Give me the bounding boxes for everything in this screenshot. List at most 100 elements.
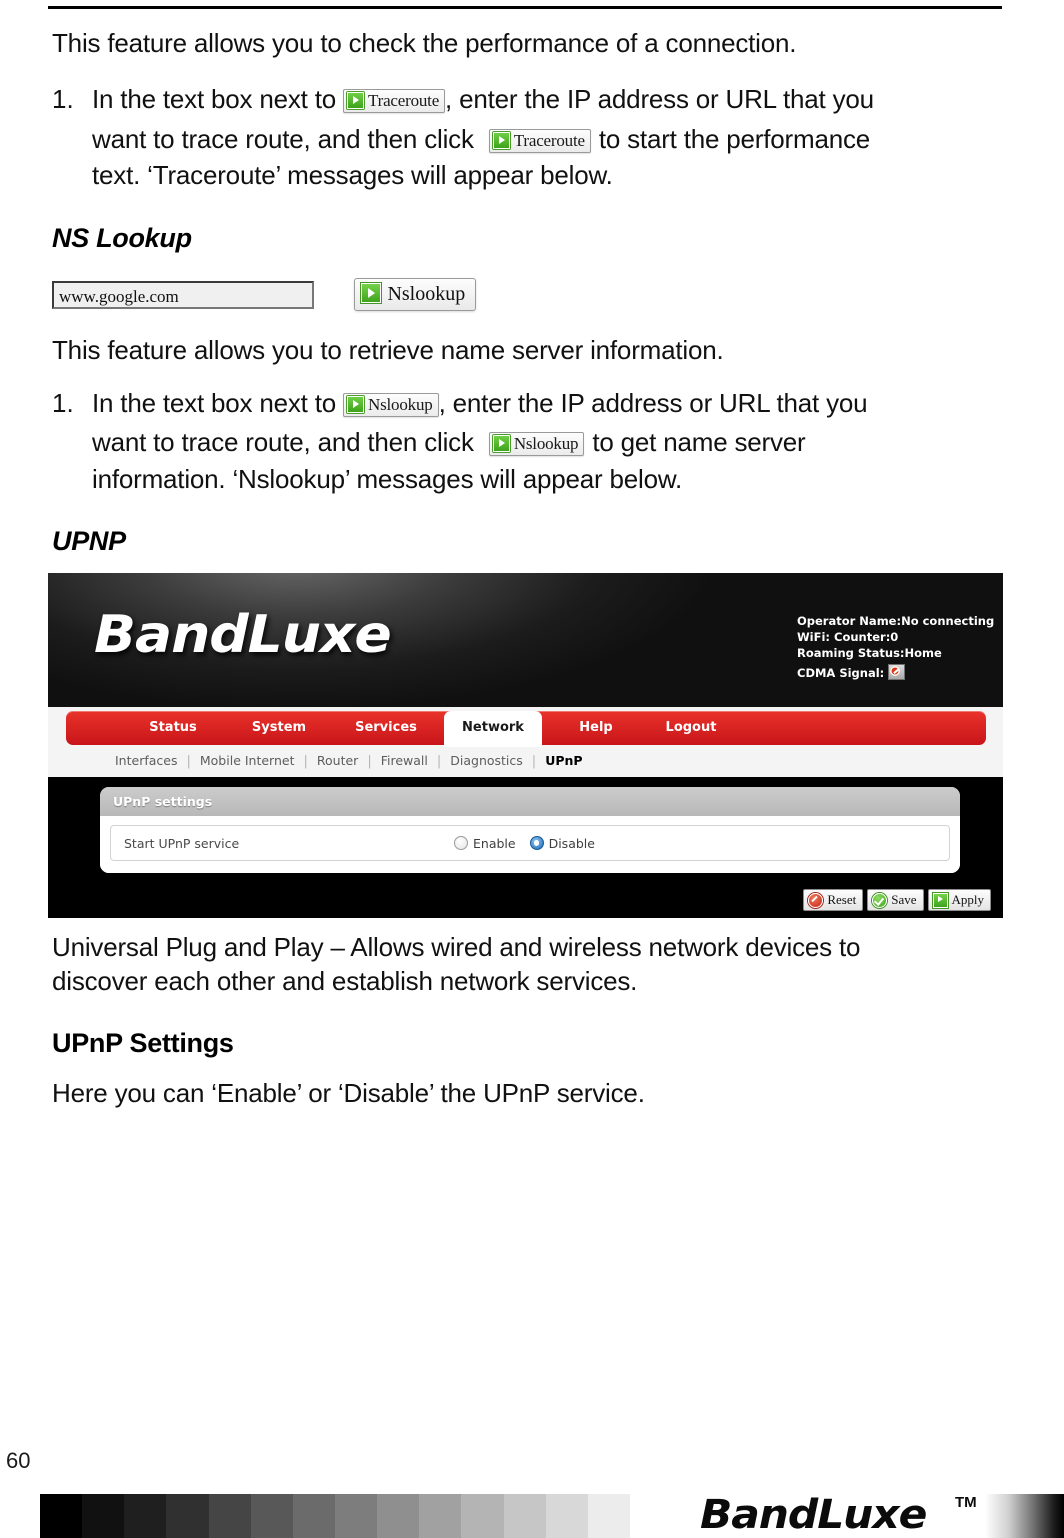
grayscale-step-3 bbox=[166, 1494, 209, 1538]
ns-lookup-controls: www.google.com Nslookup bbox=[52, 278, 477, 311]
sub-nav-item-router[interactable]: Router bbox=[308, 749, 367, 773]
upnp-settings-subheading: UPnP Settings bbox=[52, 1028, 234, 1058]
upnp-heading: UPNP bbox=[52, 526, 126, 556]
play-icon bbox=[361, 283, 382, 303]
radio-disable-label: Disable bbox=[548, 835, 595, 851]
traceroute-step-line2-post: to start the performance bbox=[598, 124, 871, 154]
save-button[interactable]: Save bbox=[867, 889, 924, 911]
ns-lookup-intro-paragraph: This feature allows you to retrieve name… bbox=[52, 335, 724, 365]
page-top-rule bbox=[48, 6, 1002, 9]
traceroute-inline-button-1[interactable]: Traceroute bbox=[343, 89, 446, 114]
grayscale-step-13 bbox=[587, 1494, 630, 1538]
grayscale-step-5 bbox=[250, 1494, 293, 1538]
ns-lookup-step-line2-pre: want to trace route, and then click bbox=[92, 427, 474, 457]
upnp-description-line1: Universal Plug and Play – Allows wired a… bbox=[52, 932, 861, 962]
radio-enable-label: Enable bbox=[473, 835, 516, 851]
apply-icon bbox=[932, 892, 948, 908]
no-signal-icon bbox=[888, 664, 906, 680]
radio-option-enable[interactable]: Enable bbox=[454, 836, 516, 851]
ns-lookup-step-line1-pre: In the text box next to bbox=[92, 388, 336, 418]
grayscale-step-1 bbox=[82, 1494, 125, 1538]
traceroute-inline-button-1-label: Traceroute bbox=[368, 91, 440, 111]
reset-icon bbox=[808, 892, 824, 908]
ns-lookup-step-number: 1. bbox=[52, 388, 74, 418]
grayscale-step-6 bbox=[292, 1494, 335, 1538]
main-tab-list: Status System Services Network Help Logout bbox=[66, 711, 986, 747]
apply-button-label: Apply bbox=[951, 892, 985, 907]
cdma-signal-label: CDMA Signal: bbox=[797, 666, 885, 680]
traceroute-step-line3: text. ‘Traceroute’ messages will appear … bbox=[92, 160, 613, 190]
save-icon bbox=[872, 892, 888, 908]
traceroute-intro-paragraph: This feature allows you to check the per… bbox=[52, 28, 797, 58]
radio-disable-indicator[interactable] bbox=[529, 836, 544, 850]
cdma-signal-row: CDMA Signal: bbox=[797, 664, 1003, 681]
tab-help[interactable]: Help bbox=[556, 711, 636, 745]
tab-status[interactable]: Status bbox=[128, 711, 218, 745]
ns-lookup-step-line2-post: to get name server bbox=[592, 427, 806, 457]
play-icon bbox=[347, 396, 365, 414]
router-content-area: UPnP settings Start UPnP service Enable D… bbox=[48, 777, 1003, 918]
traceroute-step-line2-pre: want to trace route, and then click bbox=[92, 124, 474, 154]
play-icon bbox=[347, 92, 365, 110]
grayscale-step-11 bbox=[503, 1494, 546, 1538]
grayscale-step-8 bbox=[377, 1494, 420, 1538]
sub-navigation-list: Interfaces | Mobile Internet | Router | Firewa… bbox=[106, 749, 592, 773]
upnp-settings-body: Start UPnP service Enable Disable bbox=[100, 816, 960, 873]
nslookup-inline-button-2-label: Nslookup bbox=[513, 434, 579, 454]
grayscale-step-0 bbox=[40, 1494, 83, 1538]
grayscale-step-7 bbox=[334, 1494, 378, 1538]
radio-enable-indicator[interactable] bbox=[454, 836, 468, 850]
router-web-ui-screenshot: BandLuxe Operator Name:No connecting WiF… bbox=[48, 573, 1003, 918]
save-button-label: Save bbox=[891, 892, 917, 907]
upnp-settings-subtext: Here you can ‘Enable’ or ‘Disable’ the U… bbox=[52, 1078, 645, 1108]
traceroute-inline-button-2-label: Traceroute bbox=[513, 131, 585, 151]
traceroute-step-line1-pre: In the text box next to bbox=[92, 84, 336, 114]
start-upnp-service-label: Start UPnP service bbox=[124, 835, 240, 851]
footer-brand-logo: BandLuxe bbox=[700, 1492, 927, 1538]
upnp-description-line2: discover each other and establish networ… bbox=[52, 966, 638, 996]
footer-trademark-symbol: TM bbox=[955, 1494, 977, 1511]
reset-button[interactable]: Reset bbox=[803, 889, 864, 911]
start-upnp-service-row: Start UPnP service Enable Disable bbox=[110, 825, 950, 861]
tab-network[interactable]: Network bbox=[444, 711, 542, 747]
page-number: 60 bbox=[6, 1448, 31, 1473]
sub-nav-item-mobile-internet[interactable]: Mobile Internet bbox=[191, 749, 304, 773]
router-brand-logo: BandLuxe bbox=[94, 605, 392, 665]
nslookup-button-label: Nslookup bbox=[387, 283, 466, 305]
reset-button-label: Reset bbox=[827, 892, 857, 907]
apply-button[interactable]: Apply bbox=[927, 889, 991, 911]
nslookup-button[interactable]: Nslookup bbox=[354, 278, 477, 311]
tab-system[interactable]: System bbox=[234, 711, 324, 745]
upnp-settings-card: UPnP settings Start UPnP service Enable D… bbox=[100, 787, 960, 873]
ns-lookup-heading: NS Lookup bbox=[52, 223, 192, 253]
footer-gradient-swatch bbox=[985, 1494, 1064, 1538]
nslookup-inline-button-1[interactable]: Nslookup bbox=[343, 393, 439, 418]
sub-nav-item-diagnostics[interactable]: Diagnostics bbox=[441, 749, 532, 773]
router-header-banner: BandLuxe Operator Name:No connecting WiF… bbox=[48, 573, 1003, 707]
operator-name-status: Operator Name:No connecting bbox=[797, 614, 995, 628]
ns-lookup-step-line1-post: , enter the IP address or URL that you bbox=[438, 388, 868, 418]
nslookup-inline-button-2[interactable]: Nslookup bbox=[488, 432, 585, 457]
wifi-counter-status: WiFi: Counter:0 bbox=[797, 630, 899, 644]
sub-nav-item-upnp[interactable]: UPnP bbox=[536, 749, 591, 773]
grayscale-step-2 bbox=[124, 1494, 167, 1538]
footer-grayscale-bar bbox=[40, 1494, 630, 1538]
radio-option-disable[interactable]: Disable bbox=[529, 835, 595, 851]
traceroute-inline-button-2[interactable]: Traceroute bbox=[488, 129, 591, 154]
grayscale-step-12 bbox=[545, 1494, 588, 1538]
grayscale-step-9 bbox=[419, 1494, 462, 1538]
upnp-service-radio-group: Enable Disable bbox=[454, 836, 609, 851]
tab-logout[interactable]: Logout bbox=[646, 711, 736, 745]
sub-nav-item-firewall[interactable]: Firewall bbox=[372, 749, 437, 773]
ns-lookup-input[interactable]: www.google.com bbox=[52, 280, 314, 309]
sub-nav-item-interfaces[interactable]: Interfaces bbox=[106, 749, 186, 773]
action-button-row: Reset Save Apply bbox=[803, 889, 991, 911]
traceroute-step-line1-post: , enter the IP address or URL that you bbox=[445, 84, 874, 114]
nslookup-inline-button-1-label: Nslookup bbox=[368, 395, 433, 415]
roaming-status: Roaming Status:Home bbox=[797, 646, 942, 660]
tab-services[interactable]: Services bbox=[338, 711, 434, 745]
ns-lookup-step-line3: information. ‘Nslookup’ messages will ap… bbox=[92, 464, 683, 494]
upnp-settings-title: UPnP settings bbox=[100, 787, 960, 816]
router-navigation: Status System Services Network Help Logout In… bbox=[48, 707, 1003, 777]
traceroute-step-number: 1. bbox=[52, 84, 74, 114]
